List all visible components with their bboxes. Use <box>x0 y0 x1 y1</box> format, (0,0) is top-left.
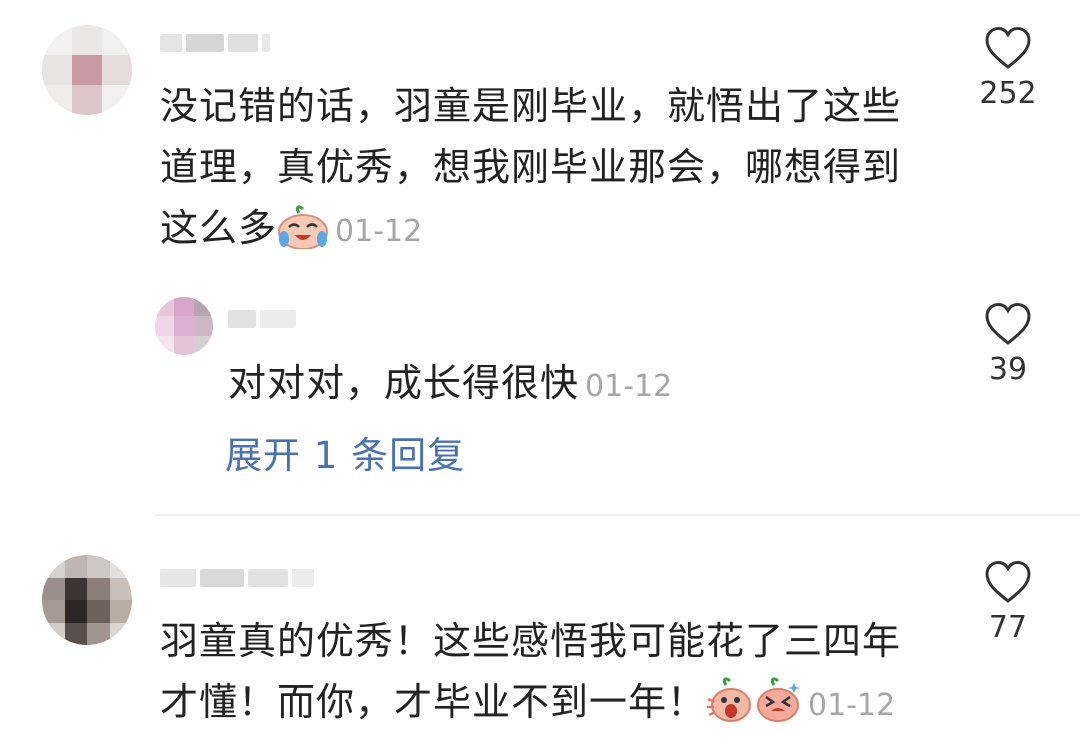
like-count: 77 <box>988 610 1028 645</box>
reply-text: 对对对，成长得很快 01-12 <box>228 353 928 417</box>
reply-time: 01-12 <box>585 369 673 404</box>
avatar[interactable] <box>42 555 132 645</box>
crying-emoji-icon <box>754 677 802 741</box>
like-button[interactable]: 77 <box>968 560 1048 645</box>
reply-like-button[interactable]: 39 <box>968 302 1048 387</box>
avatar[interactable] <box>42 25 132 115</box>
comment-body: 没记错的话，羽童是刚毕业，就悟出了这些道理，真优秀，想我刚毕业那会，哪想得到这么… <box>160 84 902 250</box>
heart-icon[interactable] <box>984 26 1032 70</box>
username-blurred[interactable] <box>160 565 314 591</box>
reply-avatar[interactable] <box>155 297 213 355</box>
shouting-emoji-icon <box>706 677 754 741</box>
like-button[interactable]: 252 <box>968 26 1048 111</box>
comment-time: 01-12 <box>335 214 423 249</box>
comment-text: 羽童真的优秀！这些感悟我可能花了三四年才懂！而你，才毕业不到一年！ 01-12 <box>160 611 930 741</box>
divider <box>155 514 1080 516</box>
username-blurred[interactable] <box>160 30 270 56</box>
heart-icon[interactable] <box>984 560 1032 604</box>
like-count: 252 <box>979 76 1037 111</box>
comment-text: 没记错的话，羽童是刚毕业，就悟出了这些道理，真优秀，想我刚毕业那会，哪想得到这么… <box>160 76 930 267</box>
reply-username-blurred[interactable] <box>228 306 296 332</box>
reply-body: 对对对，成长得很快 <box>228 361 580 405</box>
heart-icon[interactable] <box>984 302 1032 346</box>
expand-replies-link[interactable]: 展开 1 条回复 <box>225 425 465 479</box>
crying-laughing-emoji-icon <box>277 205 329 267</box>
reply-like-count: 39 <box>988 352 1028 387</box>
comment-time: 01-12 <box>808 688 896 723</box>
